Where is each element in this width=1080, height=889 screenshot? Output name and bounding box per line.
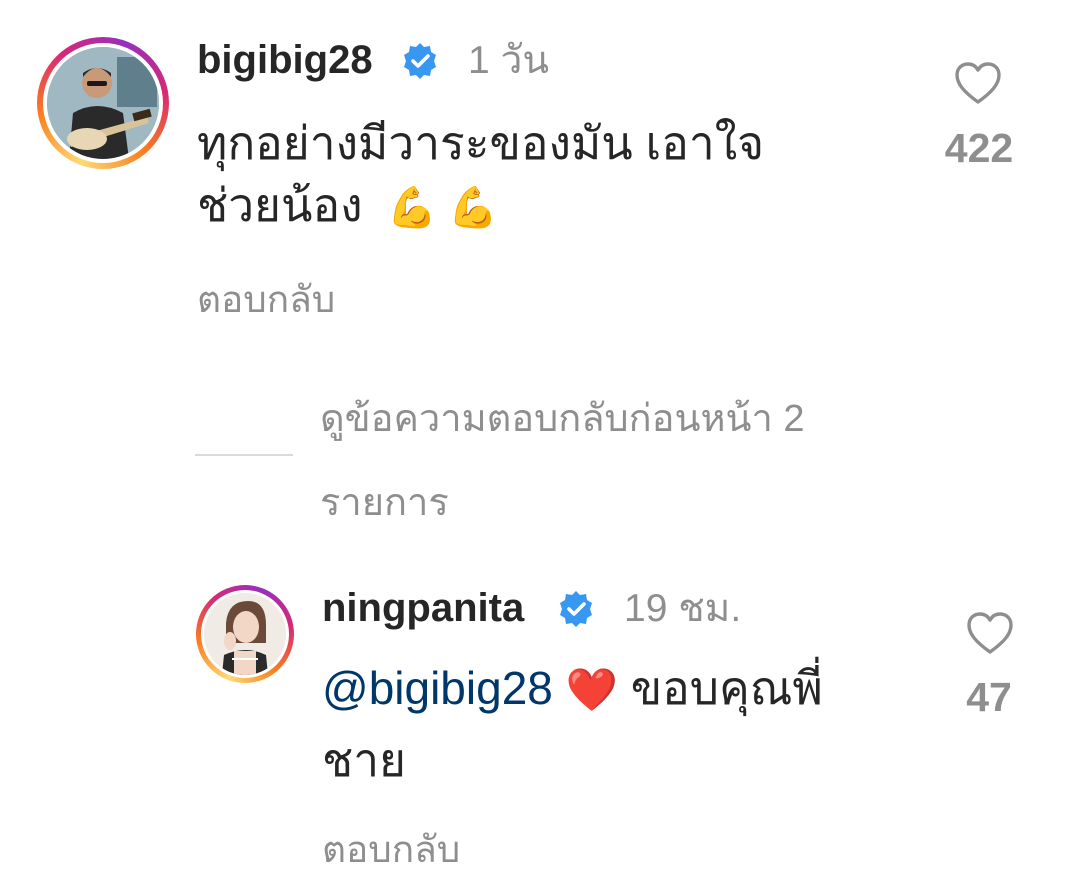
heart-outline-icon[interactable] [966, 612, 1014, 656]
comment-text: ทุกอย่างมีวาระของมัน เอาใจ ช่วยน้อง 💪 💪 [197, 115, 897, 239]
view-replies-label[interactable]: ดูข้อความตอบกลับก่อนหน้า 2 รายการ [320, 391, 940, 529]
comment-text-line: ช่วยน้อง [197, 179, 363, 231]
avatar-story-ring[interactable] [37, 37, 169, 169]
comment-username[interactable]: bigibig28 [197, 36, 373, 84]
avatar-photo [47, 47, 159, 159]
reply-username[interactable]: ningpanita [322, 584, 524, 632]
verified-badge-icon [556, 589, 596, 629]
reply-text: @bigibig28 ❤️ ขอบคุณพี่ ชาย [322, 660, 942, 794]
avatar [47, 47, 159, 159]
view-replies-line: รายการ [320, 482, 449, 524]
comment-text-line: ทุกอย่างมีวาระของมัน เอาใจ [197, 117, 765, 169]
replies-divider [195, 454, 293, 456]
reply-button[interactable]: ตอบกลับ [322, 826, 460, 874]
reply-text-line: ชาย [322, 734, 407, 786]
flexed-biceps-emoji: 💪 💪 [387, 186, 499, 230]
comment-timestamp: 1 วัน [468, 39, 550, 82]
like-count: 47 [966, 674, 1012, 720]
avatar-photo [204, 593, 286, 675]
verified-badge-icon [400, 41, 440, 81]
red-heart-emoji: ❤️ [565, 666, 618, 713]
reply-text-line: ขอบคุณพี่ [630, 662, 823, 714]
reply-button[interactable]: ตอบกลับ [197, 276, 335, 324]
mention-link[interactable]: @bigibig28 [322, 662, 553, 714]
avatar [204, 593, 286, 675]
reply-timestamp: 19 ชม. [624, 587, 742, 630]
avatar-story-ring[interactable] [196, 585, 294, 683]
heart-outline-icon[interactable] [954, 62, 1002, 106]
view-replies-line: ดูข้อความตอบกลับก่อนหน้า 2 [320, 398, 805, 440]
like-count: 422 [944, 125, 1014, 171]
